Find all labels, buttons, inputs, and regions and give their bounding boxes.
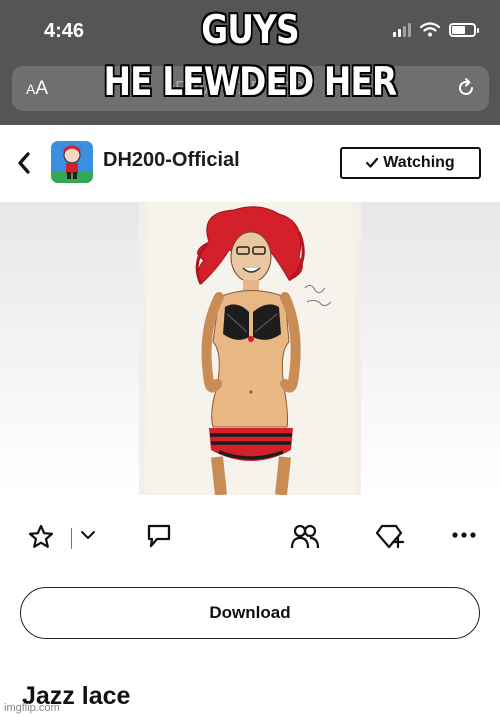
status-bar: 4:46 AA DEVIANTART.CO GUYS HE LEWDED HER [0, 0, 500, 125]
avatar-character-icon [51, 145, 93, 183]
download-button[interactable]: Download [20, 587, 480, 639]
action-bar [0, 515, 500, 560]
back-chevron-icon[interactable] [16, 151, 32, 175]
channel-name[interactable]: DH200-Official [103, 149, 240, 172]
checkmark-icon [366, 158, 379, 168]
artwork-drawing [139, 202, 361, 496]
favourite-star-icon[interactable] [28, 524, 54, 549]
channel-avatar[interactable] [51, 141, 93, 183]
add-to-collection-icon[interactable] [374, 523, 404, 550]
groups-icon[interactable] [290, 523, 320, 550]
deviation-header: DH200-Official Watching [0, 125, 500, 202]
chevron-down-icon[interactable] [80, 530, 96, 541]
watching-label: Watching [383, 154, 455, 171]
comment-icon[interactable] [146, 523, 172, 550]
more-options-icon[interactable] [452, 532, 476, 538]
meme-bottom-text: HE LEWDED HER [103, 60, 398, 105]
artwork-viewer [0, 202, 500, 496]
watermark: imgflip.com [4, 702, 60, 714]
watching-button[interactable]: Watching [340, 147, 481, 179]
action-divider [71, 528, 72, 549]
meme-top-text: GUYS [201, 8, 299, 53]
artwork-image[interactable] [139, 202, 361, 496]
